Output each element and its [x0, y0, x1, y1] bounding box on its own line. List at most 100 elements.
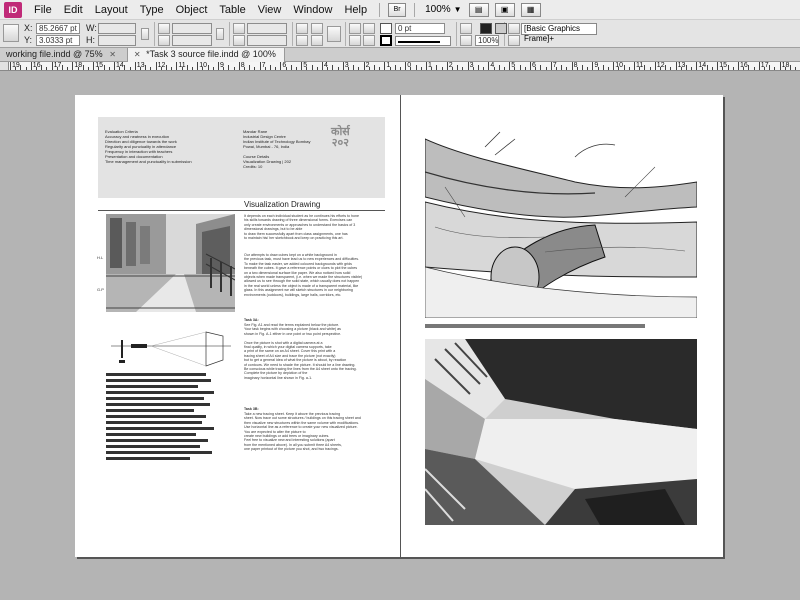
menu-help[interactable]: Help — [338, 4, 373, 16]
flip-horizontal-icon[interactable] — [311, 23, 323, 34]
stroke-type-preview — [398, 41, 440, 43]
ruler-minor-tick — [62, 65, 63, 70]
text-bar — [106, 373, 206, 376]
tab-working-file[interactable]: working file.indd @ 75% ✕ — [0, 48, 128, 62]
ruler-minor-tick — [171, 67, 173, 70]
zoom-level[interactable]: 100% ▼ — [421, 4, 466, 15]
perspective-photo[interactable] — [106, 214, 235, 312]
scale-y-field[interactable] — [172, 35, 212, 46]
fill-swatch[interactable] — [380, 23, 392, 34]
ruler-minor-tick — [597, 67, 599, 70]
ruler-minor-tick — [483, 67, 485, 70]
ruler-minor-tick — [680, 67, 682, 70]
scale-y-icon — [158, 35, 170, 46]
tab-task-3-source[interactable]: ✕ *Task 3 source file.indd @ 100% — [127, 48, 285, 62]
ruler-major-tick — [30, 62, 32, 70]
x-label: X: — [24, 23, 33, 33]
ruler-minor-tick — [332, 65, 334, 70]
ruler-minor-tick — [602, 65, 604, 70]
object-style-dropdown[interactable]: [Basic Graphics Frame]+ — [521, 23, 597, 43]
screen-mode-button[interactable]: ▣ — [494, 2, 515, 17]
ruler-minor-tick — [244, 67, 245, 70]
arrange-documents-button[interactable]: ▦ — [520, 2, 541, 17]
ruler-minor-tick — [337, 67, 339, 70]
select-container-icon[interactable] — [349, 23, 361, 34]
ruler-minor-tick — [108, 67, 110, 70]
menu-view[interactable]: View — [252, 4, 288, 16]
flip-vertical-icon[interactable] — [311, 35, 323, 46]
reference-point-icon[interactable] — [3, 24, 19, 42]
drop-shadow-swatch[interactable] — [480, 23, 492, 34]
menu-window[interactable]: Window — [287, 4, 338, 16]
close-icon[interactable]: ✕ — [134, 50, 141, 59]
ruler-minor-tick — [374, 65, 375, 70]
evaluation-criteria-text: Evaluation Criteria Accuracy and neatnes… — [105, 129, 192, 164]
menu-file[interactable]: File — [28, 4, 58, 16]
ruler-minor-tick — [368, 67, 370, 70]
indesign-logo: ID — [4, 1, 22, 18]
bridge-button[interactable]: Br — [388, 2, 407, 17]
select-next-icon[interactable] — [363, 35, 375, 46]
chevron-down-icon: ▼ — [453, 5, 462, 14]
stroke-type-dropdown[interactable] — [395, 36, 451, 46]
ruler-major-tick — [259, 62, 261, 70]
menu-layout[interactable]: Layout — [89, 4, 134, 16]
ruler-minor-tick — [790, 65, 791, 70]
shadow-settings-swatch[interactable] — [495, 23, 507, 34]
task-3a-heading: Task 3A: — [244, 318, 259, 322]
shear-field[interactable] — [247, 35, 287, 46]
ruler-minor-tick — [535, 67, 537, 70]
document-spread[interactable]: Evaluation Criteria Accuracy and neatnes… — [75, 95, 723, 557]
text-wrap-icon[interactable] — [508, 23, 520, 34]
x-position-field[interactable]: 85.2667 pt — [36, 23, 80, 34]
view-options-button[interactable]: ▤ — [468, 2, 489, 17]
ruler-major-tick — [779, 62, 781, 70]
scale-x-field[interactable] — [172, 23, 212, 34]
ruler-minor-tick — [649, 67, 651, 70]
ruler-minor-tick — [420, 67, 422, 70]
ruler-minor-tick — [660, 67, 661, 70]
rotate-90-cw-icon[interactable] — [296, 23, 308, 34]
ruler-major-tick — [488, 62, 490, 70]
width-field[interactable] — [98, 23, 136, 34]
stroke-weight-field[interactable]: 0 pt — [395, 23, 445, 34]
horizontal-ruler[interactable]: 19 16 17 18 15 14 13 12 11 10 9 8 7 6 5 4 3 2 1 0 1 2 3 4 5 6 7 8 9 1… — [0, 62, 800, 71]
select-previous-icon[interactable] — [363, 23, 375, 34]
stroke-swatch[interactable] — [380, 35, 392, 46]
rotate-90-ccw-icon[interactable] — [296, 35, 308, 46]
constrain-proportions-icon[interactable] — [141, 28, 149, 40]
menu-type[interactable]: Type — [134, 4, 170, 16]
auto-fit-icon[interactable] — [508, 35, 520, 46]
building-photo[interactable] — [425, 339, 697, 525]
scale-x-icon — [158, 23, 170, 34]
tree-branch-drawing[interactable] — [425, 127, 697, 318]
ruler-major-tick — [197, 62, 199, 70]
ruler-major-tick — [509, 62, 511, 70]
ruler-minor-tick — [462, 67, 464, 70]
ruler-major-tick — [446, 62, 448, 70]
ruler-origin[interactable] — [0, 62, 9, 70]
height-field[interactable] — [98, 35, 136, 46]
rotation-field[interactable] — [247, 23, 287, 34]
ruler-major-tick — [592, 62, 594, 70]
text-bar — [106, 445, 200, 448]
effects-icon[interactable] — [460, 23, 472, 34]
ruler-minor-tick — [618, 67, 620, 70]
ruler-minor-tick — [129, 67, 131, 70]
ruler-minor-tick — [353, 65, 355, 70]
menu-table[interactable]: Table — [213, 4, 251, 16]
ruler-major-tick — [155, 62, 157, 70]
ruler-minor-tick — [140, 67, 141, 70]
menu-object[interactable]: Object — [170, 4, 214, 16]
ruler-minor-tick — [582, 65, 583, 70]
menu-edit[interactable]: Edit — [58, 4, 89, 16]
y-position-field[interactable]: 3.0333 pt — [36, 35, 80, 46]
ruler-minor-tick — [270, 65, 271, 70]
opacity-field[interactable]: 100% — [475, 35, 499, 46]
ruler-minor-tick — [769, 65, 771, 70]
ruler-minor-tick — [212, 67, 214, 70]
close-icon[interactable]: ✕ — [109, 50, 116, 59]
w-label: W: — [86, 23, 97, 33]
select-content-icon[interactable] — [349, 35, 361, 46]
constrain-scale-icon[interactable] — [216, 28, 224, 40]
